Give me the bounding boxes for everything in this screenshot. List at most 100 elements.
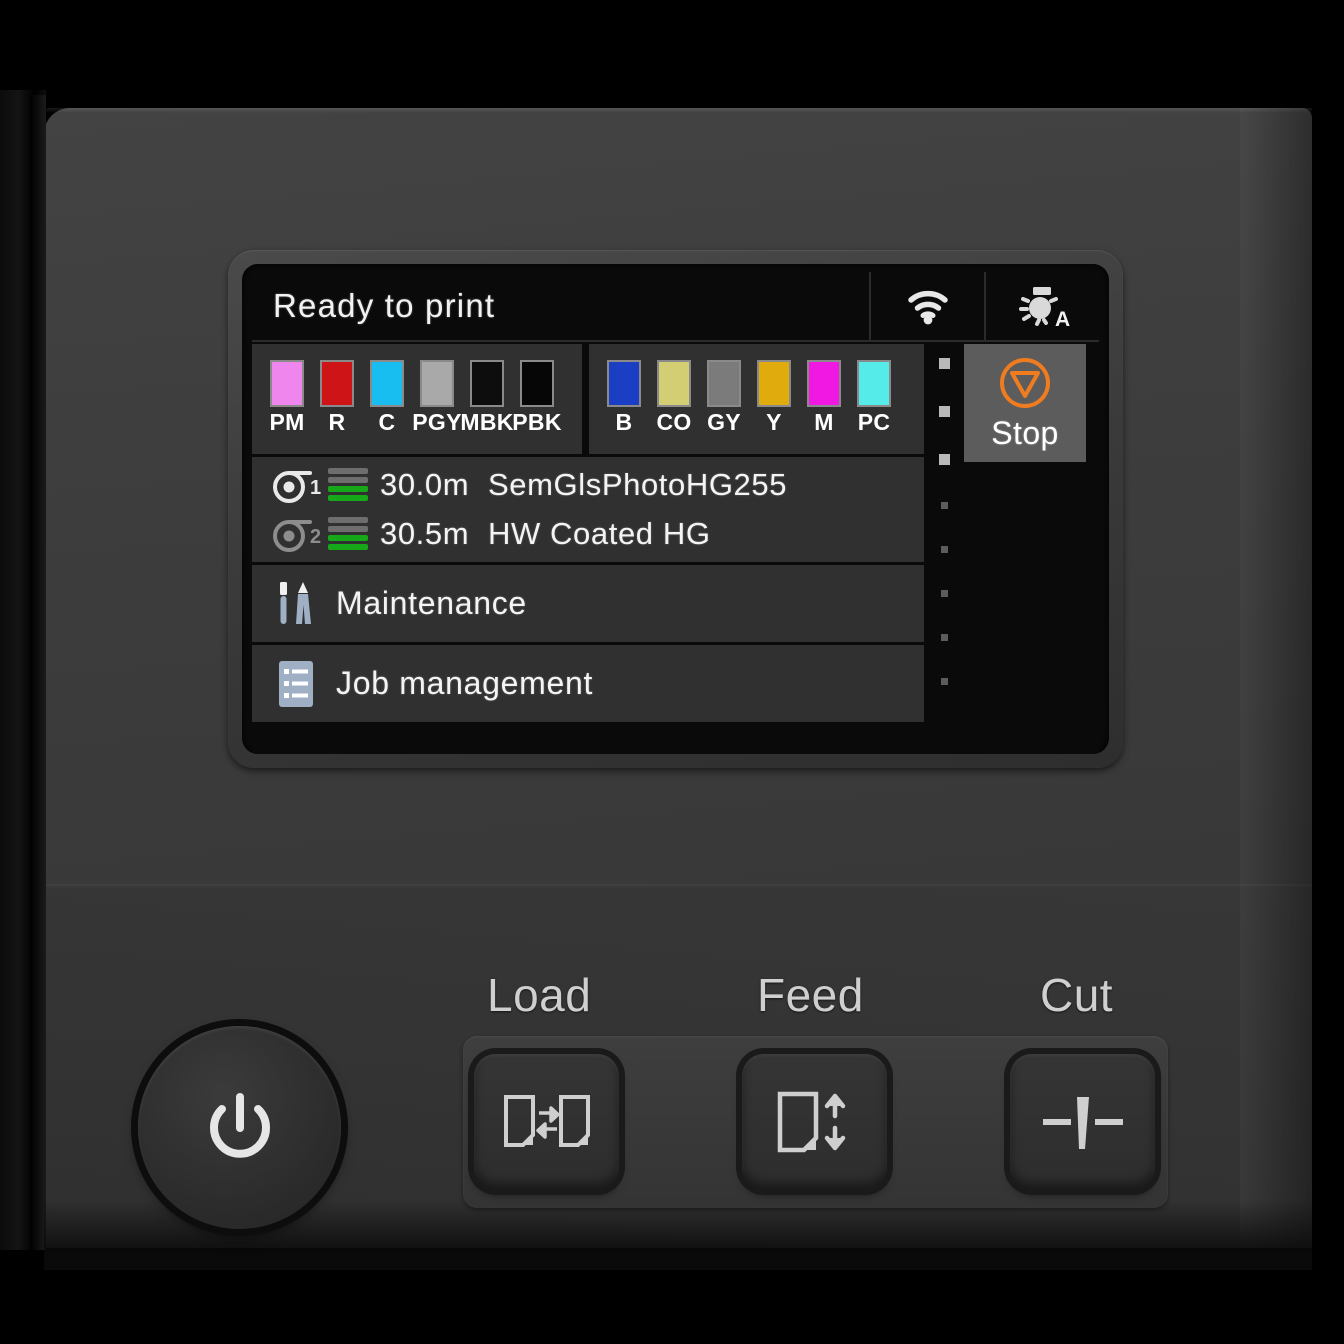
ink-swatch	[370, 360, 404, 407]
load-paper-icon	[503, 1094, 590, 1147]
printer-control-panel: Ready to print A PM R C PGY MBK PBK B CO…	[0, 0, 1344, 1344]
ink-status-panel[interactable]: PM R C PGY MBK PBK B CO GY Y M PC	[252, 344, 924, 454]
lcd-screen: Ready to print A PM R C PGY MBK PBK B CO…	[252, 272, 1099, 754]
ink-slot-pc[interactable]: PC	[849, 360, 899, 434]
ink-slot-m[interactable]: M	[799, 360, 849, 434]
list-icon	[274, 659, 336, 709]
ink-swatch	[470, 360, 504, 407]
ink-slot-co[interactable]: CO	[649, 360, 699, 434]
stop-column: Stop	[964, 344, 1099, 754]
ink-slot-r[interactable]: R	[312, 360, 362, 434]
stop-button-label: Stop	[991, 414, 1059, 451]
ink-label: PBK	[512, 409, 562, 435]
stop-button[interactable]: Stop	[964, 344, 1086, 462]
svg-text:1: 1	[310, 477, 321, 499]
ink-label: MBK	[460, 409, 514, 435]
feed-paper-icon	[777, 1091, 845, 1152]
ink-swatch	[707, 360, 741, 407]
ink-slot-gy[interactable]: GY	[699, 360, 749, 434]
ink-swatch	[657, 360, 691, 407]
roll-icon: 1	[272, 464, 328, 506]
scroll-dot-1	[938, 358, 950, 369]
wifi-icon	[907, 291, 948, 325]
power-button[interactable]	[138, 1026, 341, 1229]
ink-slot-pgy[interactable]: PGY	[412, 360, 462, 434]
wifi-status-cell[interactable]	[869, 272, 984, 340]
lcd-bezel: Ready to print A PM R C PGY MBK PBK B CO…	[228, 250, 1123, 768]
load-button[interactable]	[474, 1054, 619, 1189]
lcd-inner-frame: Ready to print A PM R C PGY MBK PBK B CO…	[242, 264, 1109, 754]
ink-label: C	[378, 409, 396, 435]
svg-text:2: 2	[310, 526, 321, 548]
roll-row-1[interactable]: 1 30.0m SemGlsPhotoHG255	[252, 460, 924, 509]
roll-length: 30.5m	[380, 515, 470, 551]
roll-level-bars	[328, 468, 368, 501]
ink-label: Y	[766, 409, 782, 435]
key-label-load: Load	[487, 969, 592, 1021]
ink-swatch	[857, 360, 891, 407]
feed-button[interactable]	[742, 1054, 887, 1189]
scroll-dot-7	[940, 634, 948, 641]
ink-group-right: B CO GY Y M PC	[589, 344, 924, 454]
svg-text:A: A	[1055, 308, 1070, 330]
ink-swatch	[520, 360, 554, 407]
ink-swatch	[807, 360, 841, 407]
scroll-dot-8	[940, 678, 948, 685]
ink-label: GY	[707, 409, 741, 435]
status-message: Ready to print	[273, 287, 496, 324]
ink-swatch	[607, 360, 641, 407]
menu-item-label: Job management	[336, 665, 594, 701]
menu-item-label: Maintenance	[336, 585, 527, 621]
key-label-feed: Feed	[757, 969, 864, 1021]
status-bar: Ready to print A	[252, 272, 1099, 342]
stop-triangle-icon	[1000, 357, 1050, 408]
scroll-dot-2	[938, 406, 950, 417]
scroll-dot-3	[938, 454, 950, 465]
lamp-auto-icon: A	[1018, 287, 1070, 330]
roll-paper-panel: 1 30.0m SemGlsPhotoHG255 2 30.5m HW Coated HG	[252, 457, 924, 562]
roll-media: HW Coated HG	[488, 515, 711, 551]
ink-slot-b[interactable]: B	[599, 360, 649, 434]
scroll-indicator[interactable]	[924, 344, 964, 754]
roll-info: 30.5m HW Coated HG	[380, 516, 711, 552]
printer-body-left-groove	[30, 95, 46, 1250]
printer-body-right-shading	[1240, 108, 1312, 1248]
ink-slot-c[interactable]: C	[362, 360, 412, 434]
scroll-dot-5	[940, 546, 948, 553]
tools-icon	[274, 579, 336, 629]
key-label-cut: Cut	[1040, 969, 1114, 1021]
ink-slot-pm[interactable]: PM	[262, 360, 312, 434]
scroll-dot-4	[940, 502, 948, 509]
ink-label: CO	[656, 409, 692, 435]
ink-group-left: PM R C PGY MBK PBK	[252, 344, 582, 454]
roll-level-bars	[328, 517, 368, 550]
ink-label: PGY	[412, 409, 462, 435]
printer-body-top-highlight	[44, 108, 1312, 113]
ink-label: R	[328, 409, 346, 435]
power-icon	[209, 1092, 270, 1158]
cut-button[interactable]	[1010, 1054, 1155, 1189]
ink-slot-mbk[interactable]: MBK	[460, 360, 514, 435]
roll-media: SemGlsPhotoHG255	[488, 466, 788, 502]
ink-swatch	[420, 360, 454, 407]
ink-swatch	[270, 360, 304, 407]
roll-row-2[interactable]: 2 30.5m HW Coated HG	[252, 509, 924, 558]
menu-item-job-management[interactable]: Job management	[252, 645, 924, 722]
roll-info: 30.0m SemGlsPhotoHG255	[380, 467, 787, 503]
lamp-auto-cell[interactable]: A	[984, 272, 1099, 340]
ink-label: PC	[857, 409, 891, 435]
roll-length: 30.0m	[380, 466, 470, 502]
screen-content-column: PM R C PGY MBK PBK B CO GY Y M PC 1 30.0m SemGlsPhot…	[252, 344, 924, 754]
scroll-dot-6	[940, 590, 948, 597]
ink-label: M	[814, 409, 834, 435]
menu-item-maintenance[interactable]: Maintenance	[252, 565, 924, 642]
ink-slot-y[interactable]: Y	[749, 360, 799, 434]
roll-icon: 2	[272, 513, 328, 555]
ink-swatch	[757, 360, 791, 407]
screen-main: PM R C PGY MBK PBK B CO GY Y M PC 1 30.0m SemGlsPhot…	[252, 344, 1099, 754]
ink-label: B	[615, 409, 633, 435]
ink-label: PM	[269, 409, 305, 435]
ink-swatch	[320, 360, 354, 407]
ink-slot-pbk[interactable]: PBK	[512, 360, 562, 434]
cutter-blade-icon	[1042, 1096, 1123, 1149]
